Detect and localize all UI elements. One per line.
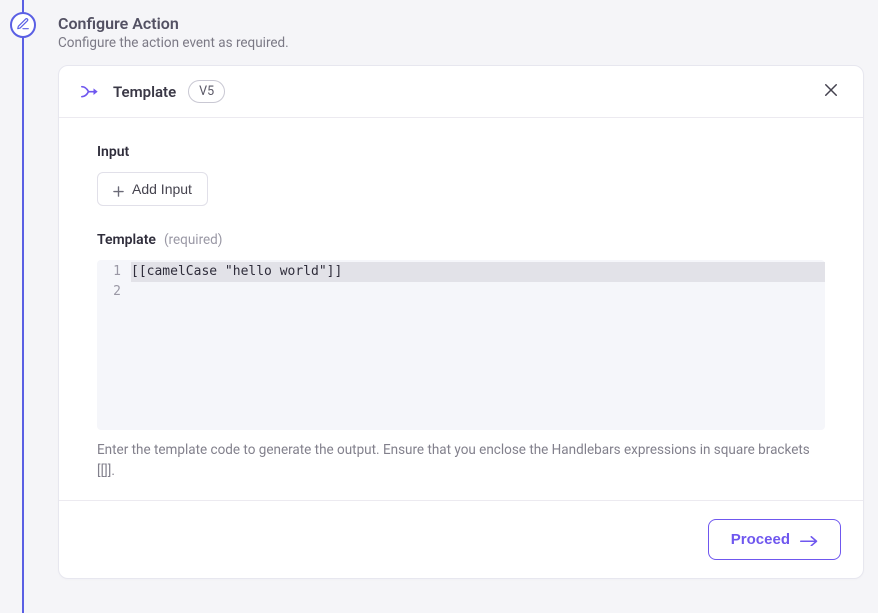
card-title: Template xyxy=(113,83,176,101)
timeline-line xyxy=(22,0,24,613)
add-input-button[interactable]: Add Input xyxy=(97,172,208,206)
line-number: 1 xyxy=(97,262,131,282)
code-line: 2 xyxy=(97,282,825,302)
line-number: 2 xyxy=(97,282,131,302)
code-editor[interactable]: 1 [[camelCase "hello world"]] 2 xyxy=(97,260,825,430)
template-helper-text: Enter the template code to generate the … xyxy=(97,440,825,482)
add-input-label: Add Input xyxy=(132,181,192,197)
action-card: Template V5 Input xyxy=(58,65,864,579)
plus-icon xyxy=(113,184,124,195)
proceed-label: Proceed xyxy=(731,531,790,548)
code-content: [[camelCase "hello world"]] xyxy=(131,262,825,282)
pencil-icon xyxy=(16,16,30,35)
card-header-left: Template V5 xyxy=(81,80,225,103)
card-body: Input Add Input Template xyxy=(59,118,863,500)
card-footer: Proceed xyxy=(59,500,863,578)
template-field-block: Template (required) 1 [[camelCase "hello… xyxy=(97,232,825,482)
close-button[interactable] xyxy=(821,82,841,102)
content-area: Configure Action Configure the action ev… xyxy=(24,0,878,593)
version-pill[interactable]: V5 xyxy=(188,80,225,103)
template-label: Template xyxy=(97,232,156,248)
page-container: Configure Action Configure the action ev… xyxy=(0,0,878,613)
template-required: (required) xyxy=(164,232,223,248)
step-badge xyxy=(10,12,36,38)
merge-icon xyxy=(81,84,101,100)
section-title: Configure Action xyxy=(58,14,864,33)
code-content xyxy=(131,282,825,302)
input-label: Input xyxy=(97,144,825,160)
code-line: 1 [[camelCase "hello world"]] xyxy=(97,262,825,282)
close-icon xyxy=(822,81,840,103)
arrow-right-icon xyxy=(800,533,818,545)
section-subtitle: Configure the action event as required. xyxy=(58,35,864,51)
card-header: Template V5 xyxy=(59,66,863,118)
proceed-button[interactable]: Proceed xyxy=(708,519,841,560)
template-label-row: Template (required) xyxy=(97,232,825,248)
input-field-block: Input Add Input xyxy=(97,144,825,206)
